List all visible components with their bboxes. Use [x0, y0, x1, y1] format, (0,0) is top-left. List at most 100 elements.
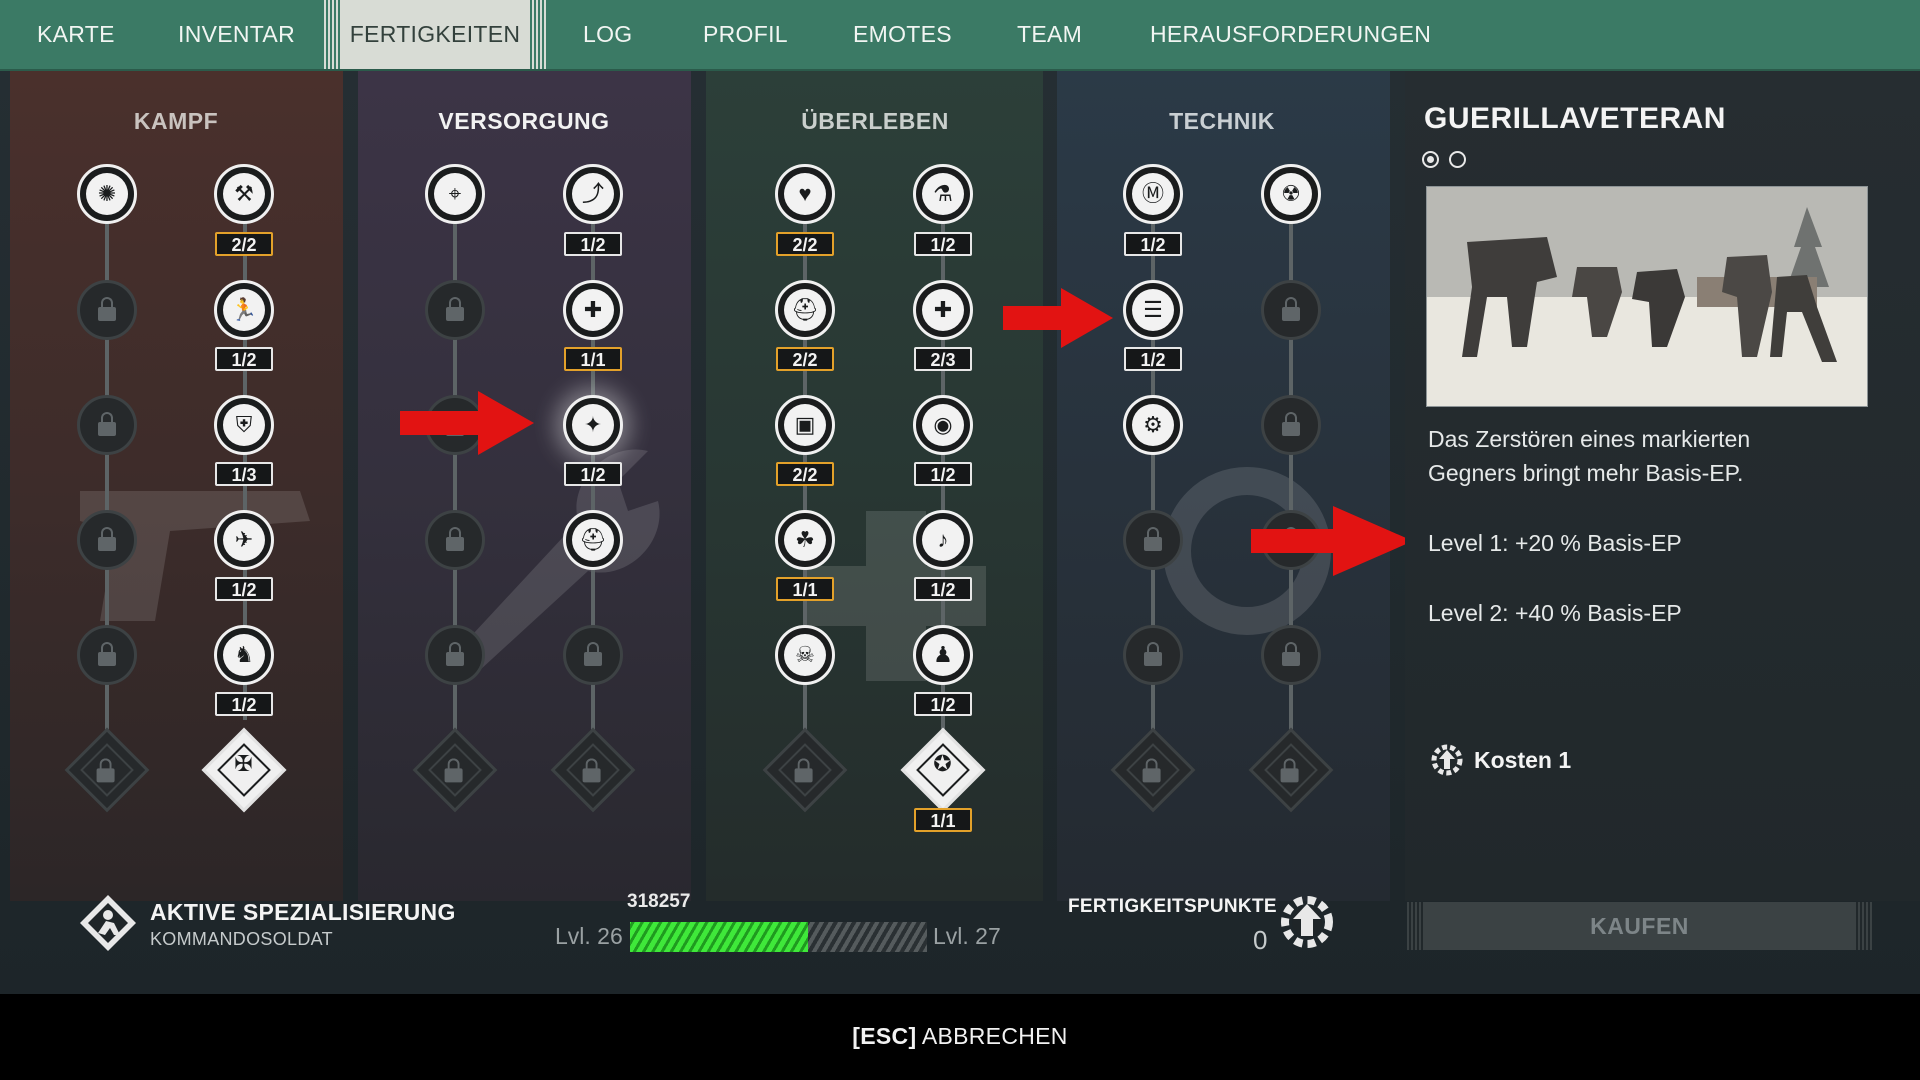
tab-emotes[interactable]: EMOTES	[853, 0, 952, 69]
skill-node-locked[interactable]	[1123, 625, 1183, 685]
skill-node-throw[interactable]: ⤴	[563, 164, 623, 224]
skill-node-scope[interactable]: ⌖	[425, 164, 485, 224]
skill-node-xp-list[interactable]: ☰	[1123, 280, 1183, 340]
lock-icon	[1144, 642, 1162, 666]
skill-level-badge: 1/2	[914, 232, 972, 256]
skill-level-badge: 2/2	[776, 347, 834, 371]
tab-team[interactable]: TEAM	[1017, 0, 1082, 69]
skill-node-robot[interactable]: ⚙	[1123, 395, 1183, 455]
lock-icon	[444, 768, 463, 783]
skill-node-medical[interactable]: ✚	[913, 280, 973, 340]
lock-icon	[1142, 768, 1161, 783]
robot-icon: ⚙	[1143, 412, 1163, 437]
skill-node-stealth[interactable]: ◉	[913, 395, 973, 455]
skill-cost-label: Kosten 1	[1474, 746, 1572, 773]
top-navigation: KARTE INVENTAR FERTIGKEITEN LOG PROFIL E…	[0, 0, 1920, 71]
skill-level-badge: 2/2	[215, 232, 273, 256]
cancel-action-label: ABBRECHEN	[921, 1023, 1068, 1049]
ear-icon: ♪	[937, 527, 949, 552]
skill-node-locked[interactable]	[425, 280, 485, 340]
lock-icon	[1280, 768, 1299, 783]
skill-node-locked[interactable]	[1261, 395, 1321, 455]
lock-icon	[1282, 297, 1300, 321]
skill-node-locked[interactable]	[77, 395, 137, 455]
helmet-icon: ⛑	[791, 297, 819, 322]
skill-node-medkit[interactable]: ⛑	[563, 510, 623, 570]
skill-level-2-effect: Level 2: +40 % Basis-EP	[1428, 600, 1682, 626]
skill-level-badge: 1/1	[776, 577, 834, 601]
skill-node-soldier[interactable]: ♞	[214, 625, 274, 685]
skill-node-gas-mask[interactable]: ☢	[1261, 164, 1321, 224]
skill-level-badge: 1/2	[215, 347, 273, 371]
skill-node-locked[interactable]	[425, 510, 485, 570]
skill-node-drone[interactable]: ✈	[214, 510, 274, 570]
xp-progress-fill	[630, 922, 809, 952]
skill-node-locked[interactable]	[1123, 510, 1183, 570]
cancel-hint[interactable]: [ESC] ABBRECHEN	[0, 994, 1920, 1078]
skill-node-locked[interactable]	[77, 510, 137, 570]
skill-node-locked[interactable]	[563, 625, 623, 685]
skill-level-badge: 2/2	[776, 232, 834, 256]
buy-button[interactable]: KAUFEN	[1407, 902, 1872, 950]
tab-log[interactable]: LOG	[583, 0, 632, 69]
skill-node-revive[interactable]: ☘	[775, 510, 835, 570]
current-level: Lvl. 26	[555, 923, 623, 949]
tab-fertigkeiten[interactable]: FERTIGKEITEN	[324, 0, 546, 69]
commando-emblem-icon: ✪	[933, 750, 952, 776]
running-soldier-icon: 🏃	[230, 297, 258, 322]
rank-indicator-filled	[1422, 151, 1439, 168]
skill-node-armor[interactable]: ⛨	[214, 395, 274, 455]
tab-herausforderungen[interactable]: HERAUSFORDERUNGEN	[1150, 0, 1431, 69]
skill-level-badge: 1/2	[914, 462, 972, 486]
skill-node-crafting[interactable]: ✚	[563, 280, 623, 340]
skill-node-sprint[interactable]: 🏃	[214, 280, 274, 340]
skill-point-gear-icon	[1431, 744, 1463, 776]
lock-icon	[1144, 527, 1162, 551]
active-specialization-title: AKTIVE SPEZIALISIERUNG	[150, 899, 456, 925]
skill-points-value: 0	[1253, 925, 1268, 955]
skill-node-helmet[interactable]: ⛑	[775, 280, 835, 340]
skill-node-guerillaveteran[interactable]: ✦	[563, 395, 623, 455]
skill-description-line: Gegners bringt mehr Basis-EP.	[1428, 460, 1744, 486]
skill-level-badge: 2/2	[776, 462, 834, 486]
skill-node-locked[interactable]	[77, 280, 137, 340]
lock-icon	[584, 642, 602, 666]
column-ueberleben	[706, 71, 1043, 901]
gas-mask-icon: ☢	[1281, 181, 1301, 206]
skill-node-grenade[interactable]: ✺	[77, 164, 137, 224]
soldier-aiming-icon: ♞	[234, 642, 254, 667]
machine-m-icon: Ⓜ	[1141, 181, 1164, 206]
skill-node-locked[interactable]	[425, 625, 485, 685]
skill-node-locked[interactable]	[77, 625, 137, 685]
skill-description-line: Das Zerstören eines markierten	[1428, 426, 1751, 452]
eye-slash-icon: ◉	[933, 412, 953, 437]
skill-node-locked[interactable]	[1261, 280, 1321, 340]
skill-level-badge: 1/2	[914, 692, 972, 716]
grenade-icon: ✺	[97, 181, 117, 206]
skill-node-machine-scan[interactable]: Ⓜ	[1123, 164, 1183, 224]
skill-node-prone[interactable]: ♟	[913, 625, 973, 685]
drone-icon: ✈	[234, 527, 254, 552]
tab-inventar[interactable]: INVENTAR	[178, 0, 295, 69]
skill-node-locked[interactable]	[1261, 625, 1321, 685]
skill-level-1-effect: Level 1: +20 % Basis-EP	[1428, 530, 1682, 556]
tab-profil[interactable]: PROFIL	[703, 0, 788, 69]
skill-node-injector[interactable]: ⚗	[913, 164, 973, 224]
column-title-versorgung: VERSORGUNG	[438, 108, 610, 134]
skill-node-vest[interactable]: ▣	[775, 395, 835, 455]
esc-key-label: [ESC]	[852, 1023, 917, 1049]
skill-level-badge: 1/3	[215, 462, 273, 486]
medical-cross-icon: ✚	[933, 297, 953, 322]
skill-node-skull[interactable]: ☠	[775, 625, 835, 685]
skill-node-hearing[interactable]: ♪	[913, 510, 973, 570]
skill-node-heavy-weapon[interactable]: ⚒	[214, 164, 274, 224]
column-title-kampf: KAMPF	[133, 108, 219, 134]
skill-level-badge: 1/2	[1124, 232, 1182, 256]
next-level: Lvl. 27	[933, 923, 1001, 949]
skill-node-health[interactable]: ♥	[775, 164, 835, 224]
skill-preview-image	[1426, 186, 1868, 407]
skill-level-badge: 1/2	[564, 232, 622, 256]
skill-title: GUERILLAVETERAN	[1424, 102, 1726, 135]
tab-karte[interactable]: KARTE	[37, 0, 115, 69]
xp-value: 318257	[627, 891, 691, 912]
